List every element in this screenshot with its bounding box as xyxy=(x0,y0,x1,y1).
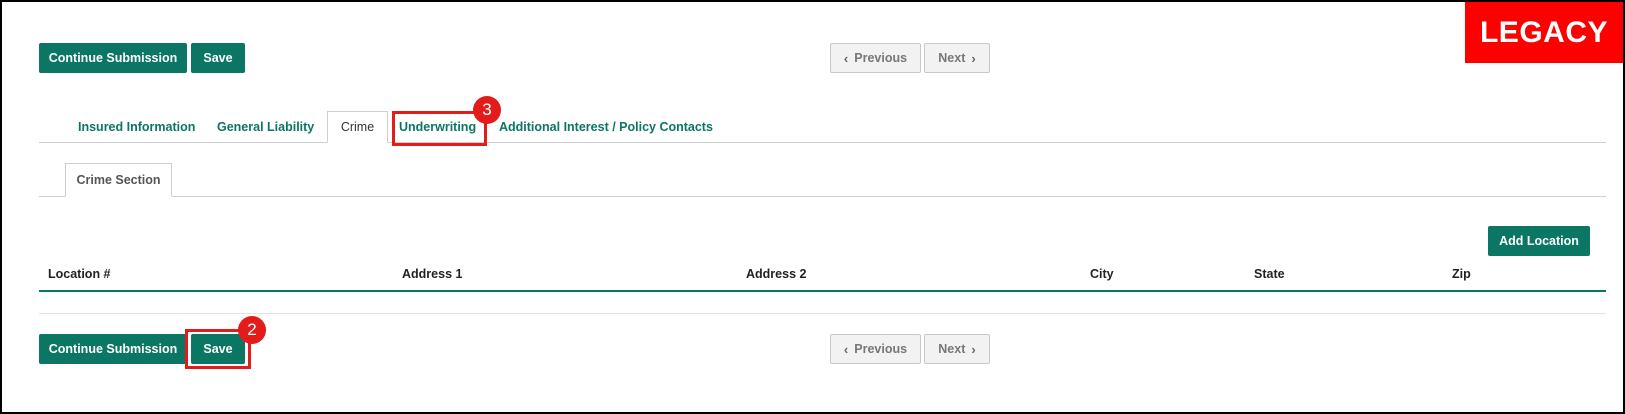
table-header-divider xyxy=(39,290,1606,292)
column-header-zip: Zip xyxy=(1452,267,1471,281)
column-header-location: Location # xyxy=(48,267,111,281)
previous-button-bottom[interactable]: ‹ Previous xyxy=(830,334,921,364)
tab-general-liability[interactable]: General Liability xyxy=(217,120,314,134)
table-bottom-divider xyxy=(39,313,1606,314)
annotation-badge-2: 2 xyxy=(238,316,266,344)
subtab-crime-section-label: Crime Section xyxy=(76,173,161,187)
legacy-label: LEGACY xyxy=(1479,15,1608,49)
tab-crime[interactable]: Crime xyxy=(327,111,388,143)
main-tab-bar xyxy=(39,142,1606,143)
annotation-badge-3: 3 xyxy=(473,96,501,124)
column-header-address-2: Address 2 xyxy=(746,267,807,281)
save-button-top[interactable]: Save xyxy=(191,43,245,73)
chevron-right-icon: › xyxy=(971,341,976,357)
tab-additional-interest[interactable]: Additional Interest / Policy Contacts xyxy=(499,120,713,134)
next-button-top[interactable]: Next › xyxy=(924,43,990,73)
previous-label: Previous xyxy=(854,51,908,65)
annotation-number-2: 2 xyxy=(247,320,257,339)
next-label: Next xyxy=(938,342,966,356)
add-location-button[interactable]: Add Location xyxy=(1488,226,1590,256)
column-header-city: City xyxy=(1090,267,1114,281)
tab-insured-information[interactable]: Insured Information xyxy=(78,120,195,134)
annotation-number-3: 3 xyxy=(482,100,492,119)
chevron-left-icon: ‹ xyxy=(843,341,849,357)
continue-submission-button-bottom[interactable]: Continue Submission xyxy=(39,334,187,364)
subtab-crime-section[interactable]: Crime Section xyxy=(65,163,172,197)
tab-crime-label: Crime xyxy=(340,120,375,134)
next-label: Next xyxy=(938,51,966,65)
continue-submission-button-top[interactable]: Continue Submission xyxy=(39,43,187,73)
column-header-state: State xyxy=(1254,267,1285,281)
chevron-right-icon: › xyxy=(971,50,976,66)
chevron-left-icon: ‹ xyxy=(843,50,849,66)
sub-tab-bar xyxy=(39,196,1606,197)
column-header-address-1: Address 1 xyxy=(402,267,463,281)
previous-button-top[interactable]: ‹ Previous xyxy=(830,43,921,73)
page-frame: LEGACY Continue Submission Save ‹ Previo… xyxy=(0,0,1625,414)
next-button-bottom[interactable]: Next › xyxy=(924,334,990,364)
underwriting-highlight xyxy=(392,111,487,146)
previous-label: Previous xyxy=(854,342,908,356)
legacy-banner: LEGACY xyxy=(1465,2,1623,63)
